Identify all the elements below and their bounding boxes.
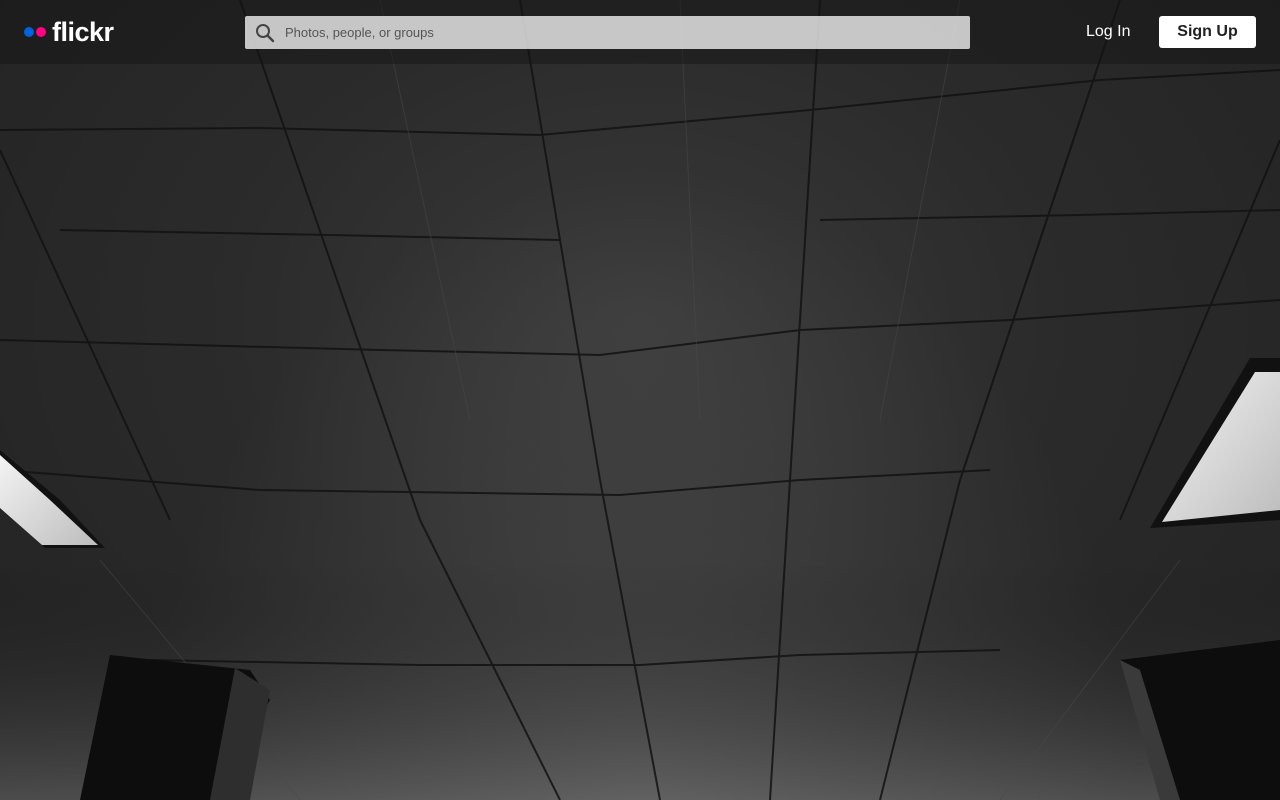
hero-background-photo: [0, 0, 1280, 800]
logo-blue-dot-icon: [24, 27, 34, 37]
flickr-logo[interactable]: flickr: [24, 17, 114, 47]
search-bar[interactable]: [245, 16, 970, 49]
search-icon[interactable]: [255, 23, 275, 43]
logo-pink-dot-icon: [36, 27, 46, 37]
sign-up-button[interactable]: Sign Up: [1159, 16, 1256, 48]
search-input[interactable]: [285, 16, 955, 49]
ceiling-illustration: [0, 0, 1280, 800]
log-in-link[interactable]: Log In: [1086, 20, 1130, 44]
logo-wordmark: flickr: [52, 17, 114, 47]
top-navigation-bar: flickr Log In Sign Up: [0, 0, 1280, 64]
page: flickr Log In Sign Up: [0, 0, 1280, 800]
